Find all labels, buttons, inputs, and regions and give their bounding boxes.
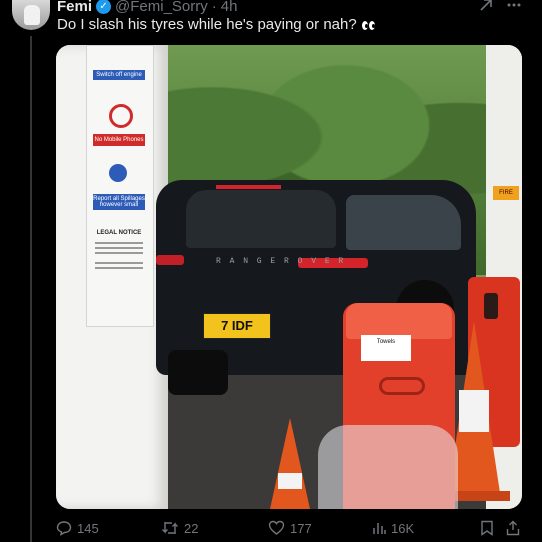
photo-car-badge: R A N G E R O V E R	[216, 257, 346, 266]
photo-bin-handle	[379, 377, 425, 395]
photo-brake-light	[216, 185, 281, 189]
photo-wheel-left	[168, 350, 228, 395]
photo-cone-stripe	[459, 390, 489, 432]
tweet-actions: 145 22 177 16K	[56, 520, 522, 542]
photo-cone-stripe	[278, 473, 302, 489]
bookmark-button[interactable]	[480, 520, 494, 536]
tweet-photo[interactable]: FIRE Switch off engine No Mobile Phones …	[56, 45, 522, 509]
legal-text-line	[95, 247, 143, 249]
eyes-emoji-icon	[361, 17, 376, 34]
photo-car-side-window	[346, 195, 461, 250]
thread-line	[30, 36, 32, 542]
repost-icon	[162, 522, 178, 534]
reply-icon	[56, 521, 72, 536]
photo-fire-label: FIRE	[493, 186, 519, 200]
avatar[interactable]	[12, 0, 50, 30]
views-button[interactable]: 16K	[372, 520, 414, 536]
avatar-figure	[24, 5, 40, 25]
photo-number-plate: 7 IDF	[203, 313, 271, 339]
sign-legal-notice: LEGAL NOTICE	[96, 230, 142, 236]
like-count: 177	[290, 520, 312, 536]
photo-bin-label: Towels	[361, 335, 411, 361]
tweet-body: Do I slash his tyres while he's paying o…	[57, 16, 357, 33]
more-options-icon[interactable]	[506, 0, 522, 13]
separator-dot: ·	[211, 0, 217, 15]
timestamp[interactable]: 4h	[221, 0, 238, 15]
views-chart-icon	[373, 523, 386, 534]
photo-traffic-cone-left	[270, 418, 310, 509]
like-button[interactable]: 177	[268, 520, 312, 536]
photo-tail-light-left	[156, 255, 184, 265]
legal-text-line	[95, 262, 143, 264]
author-handle[interactable]: @Femi_Sorry	[115, 0, 208, 15]
share-button[interactable]	[506, 520, 520, 536]
photo-bin-bag	[318, 425, 458, 509]
repost-button[interactable]: 22	[161, 520, 198, 536]
legal-text-line	[95, 242, 143, 244]
heart-icon	[268, 520, 285, 535]
repost-count: 22	[184, 520, 199, 536]
tweet-text: Do I slash his tyres while he's paying o…	[57, 16, 376, 34]
verified-badge-icon: ✓	[96, 0, 112, 14]
photo-car-rear-window	[186, 190, 336, 248]
photo-sign-panel: Switch off engine No Mobile Phones Repor…	[86, 45, 154, 327]
sign-switch-off: Switch off engine	[93, 70, 145, 80]
legal-text-line	[95, 252, 143, 254]
info-icon	[109, 164, 127, 182]
no-phone-icon	[109, 104, 133, 128]
reply-count: 145	[77, 520, 99, 536]
grok-icon[interactable]	[478, 0, 494, 13]
sign-no-phones: No Mobile Phones	[93, 134, 145, 146]
tweet-top-actions	[478, 0, 522, 13]
reply-button[interactable]: 145	[56, 520, 99, 536]
tweet-header: Femi ✓ @Femi_Sorry · 4h	[57, 0, 237, 16]
sign-report-spillages: Report all Spillages however small	[93, 194, 145, 210]
photo-extinguisher-window	[484, 293, 498, 319]
author-name[interactable]: Femi	[57, 0, 92, 15]
views-count: 16K	[391, 520, 415, 536]
bookmark-icon	[481, 520, 493, 536]
photo-bin-lid	[346, 303, 452, 339]
share-icon	[506, 520, 520, 536]
legal-text-line	[95, 267, 143, 269]
